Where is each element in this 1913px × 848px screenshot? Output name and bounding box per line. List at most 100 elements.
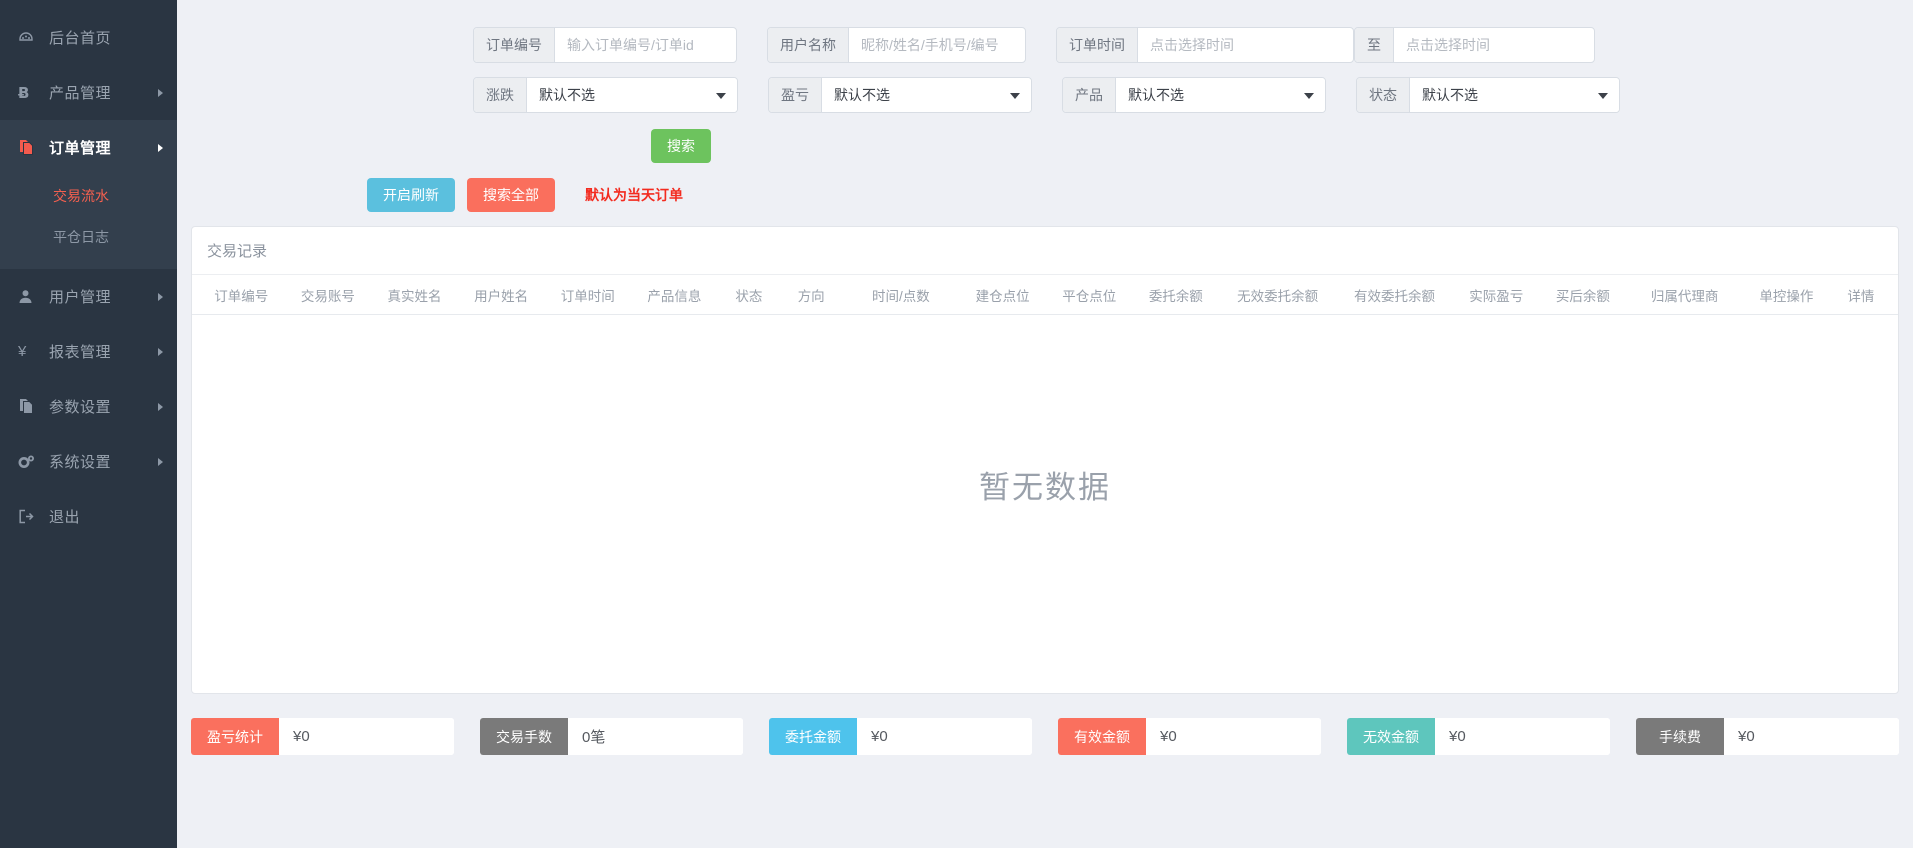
chevron-right-icon: [158, 143, 163, 152]
action-row: 开启刷新 搜索全部 默认为当天订单: [177, 172, 1913, 218]
table-column-header: 有效委托余额: [1354, 288, 1435, 304]
start-refresh-button[interactable]: 开启刷新: [367, 178, 455, 212]
table-column-header: 方向: [797, 288, 825, 304]
app-root: 后台首页 Ƀ 产品管理 订单管理 交易流水 平仓日志 用户管理 ¥ 报表管理 参…: [0, 0, 1913, 848]
table-column-header: 建仓点位: [975, 288, 1030, 304]
profit-loss-field-group: 盈亏 默认不选: [768, 77, 1032, 113]
product-select-wrap: 默认不选: [1116, 78, 1325, 112]
sidebar-item-label: 后台首页: [49, 30, 112, 47]
sidebar-subitem-label: 交易流水: [53, 187, 109, 204]
order-time-end-input[interactable]: [1394, 28, 1594, 62]
default-today-hint: 默认为当天订单: [585, 187, 683, 203]
summary-stat-value: ¥0: [279, 718, 454, 755]
summary-stat-value: ¥0: [1146, 718, 1321, 755]
order-time-label: 订单时间: [1057, 28, 1138, 62]
sidebar-item-order[interactable]: 订单管理: [0, 120, 177, 175]
table-column-header: 详情: [1847, 288, 1875, 304]
summary-stat-label: 手续费: [1636, 718, 1724, 755]
sidebar: 后台首页 Ƀ 产品管理 订单管理 交易流水 平仓日志 用户管理 ¥ 报表管理 参…: [0, 0, 177, 848]
sidebar-subitem-label: 平仓日志: [53, 228, 109, 245]
sidebar-subitem-transactions[interactable]: 交易流水: [0, 175, 177, 216]
profit-loss-select-wrap: 默认不选: [822, 78, 1031, 112]
summary-stat: 手续费 ¥0: [1636, 718, 1899, 755]
summary-stat-value: ¥0: [857, 718, 1032, 755]
status-select[interactable]: 默认不选: [1410, 78, 1619, 112]
chevron-right-icon: [158, 88, 163, 97]
table-column-header: 订单时间: [560, 288, 615, 304]
sidebar-item-label: 订单管理: [49, 140, 112, 157]
sidebar-item-label: 报表管理: [49, 344, 112, 361]
table-column-header: 归属代理商: [1650, 288, 1719, 304]
sidebar-group-order: 订单管理 交易流水 平仓日志: [0, 120, 177, 269]
sidebar-item-system[interactable]: 系统设置: [0, 434, 177, 489]
table-column-header: 委托余额: [1148, 288, 1203, 304]
summary-stat: 委托金额 ¥0: [769, 718, 1032, 755]
summary-stat: 盈亏统计 ¥0: [191, 718, 454, 755]
profit-loss-select[interactable]: 默认不选: [822, 78, 1031, 112]
table-column-header: 订单编号: [214, 288, 269, 304]
table-column-header: 无效委托余额: [1237, 288, 1319, 304]
summary-stat-label: 有效金额: [1058, 718, 1146, 755]
status-label: 状态: [1357, 78, 1410, 112]
sidebar-item-label: 用户管理: [49, 289, 112, 306]
sidebar-item-label: 参数设置: [49, 399, 112, 416]
order-time-to-label: 至: [1355, 28, 1394, 62]
table-column-header: 状态: [735, 288, 763, 304]
product-label: 产品: [1063, 78, 1116, 112]
product-select[interactable]: 默认不选: [1116, 78, 1325, 112]
table-column-header: 实际盈亏: [1469, 288, 1524, 304]
search-all-button[interactable]: 搜索全部: [467, 178, 555, 212]
filter-row-1: 订单编号 用户名称 订单时间 至: [177, 20, 1913, 70]
sidebar-item-label: 产品管理: [49, 85, 112, 102]
summary-stat-label: 盈亏统计: [191, 718, 279, 755]
order-file-icon: [18, 139, 40, 156]
filter-row-2: 涨跌 默认不选 盈亏 默认不选 产品 默认不选 状态 默认不选: [177, 70, 1913, 120]
sidebar-item-report[interactable]: ¥ 报表管理: [0, 324, 177, 379]
sidebar-subitem-closelog[interactable]: 平仓日志: [0, 216, 177, 257]
profit-loss-label: 盈亏: [769, 78, 822, 112]
summary-stat-label: 无效金额: [1347, 718, 1435, 755]
table-column-header: 产品信息: [647, 288, 702, 304]
summary-stat-value: ¥0: [1435, 718, 1610, 755]
table-column-header: 交易账号: [300, 288, 355, 304]
table-column-header: 买后余额: [1555, 288, 1610, 304]
bitcoin-icon: Ƀ: [18, 83, 30, 102]
chevron-right-icon: [158, 457, 163, 466]
summary-stat-value: ¥0: [1724, 718, 1899, 755]
dashboard-icon: [18, 30, 40, 46]
summary-stat-label: 交易手数: [480, 718, 568, 755]
gears-icon: [18, 454, 40, 470]
table-column-header: 单控操作: [1759, 288, 1814, 304]
order-no-input[interactable]: [555, 28, 736, 62]
copy-icon: [18, 398, 40, 415]
updown-field-group: 涨跌 默认不选: [473, 77, 738, 113]
sidebar-item-logout[interactable]: 退出: [0, 489, 177, 544]
table-column-header: 平仓点位: [1062, 288, 1117, 304]
sidebar-item-dashboard[interactable]: 后台首页: [0, 10, 177, 65]
order-no-field-group: 订单编号: [473, 27, 737, 63]
summary-stat-label: 委托金额: [769, 718, 857, 755]
yen-icon: ¥: [18, 343, 27, 360]
summary-stat: 无效金额 ¥0: [1347, 718, 1610, 755]
summary-bar: 盈亏统计 ¥0 交易手数 0笔 委托金额 ¥0 有效金额 ¥0 无效金额 ¥0 手续费 ¥0: [191, 718, 1899, 755]
filter-panel: 订单编号 用户名称 订单时间 至 涨跌: [177, 0, 1913, 218]
status-field-group: 状态 默认不选: [1356, 77, 1620, 113]
empty-state-text: 暂无数据: [979, 469, 1111, 505]
summary-stat: 交易手数 0笔: [480, 718, 743, 755]
updown-select[interactable]: 默认不选: [527, 78, 737, 112]
user-name-field-group: 用户名称: [767, 27, 1026, 63]
order-time-end-group: 至: [1354, 27, 1595, 63]
sidebar-item-params[interactable]: 参数设置: [0, 379, 177, 434]
sidebar-item-label: 系统设置: [49, 454, 112, 471]
search-row: 搜索: [177, 120, 1913, 172]
user-name-input[interactable]: [849, 28, 1025, 62]
sidebar-item-user[interactable]: 用户管理: [0, 269, 177, 324]
product-field-group: 产品 默认不选: [1062, 77, 1326, 113]
sidebar-item-product[interactable]: Ƀ 产品管理: [0, 65, 177, 120]
order-time-start-input[interactable]: [1138, 28, 1353, 62]
summary-stat-value: 0笔: [568, 718, 743, 755]
main-content: 订单编号 用户名称 订单时间 至 涨跌: [177, 0, 1913, 848]
user-name-label: 用户名称: [768, 28, 849, 62]
search-button[interactable]: 搜索: [651, 129, 711, 163]
updown-select-wrap: 默认不选: [527, 78, 737, 112]
